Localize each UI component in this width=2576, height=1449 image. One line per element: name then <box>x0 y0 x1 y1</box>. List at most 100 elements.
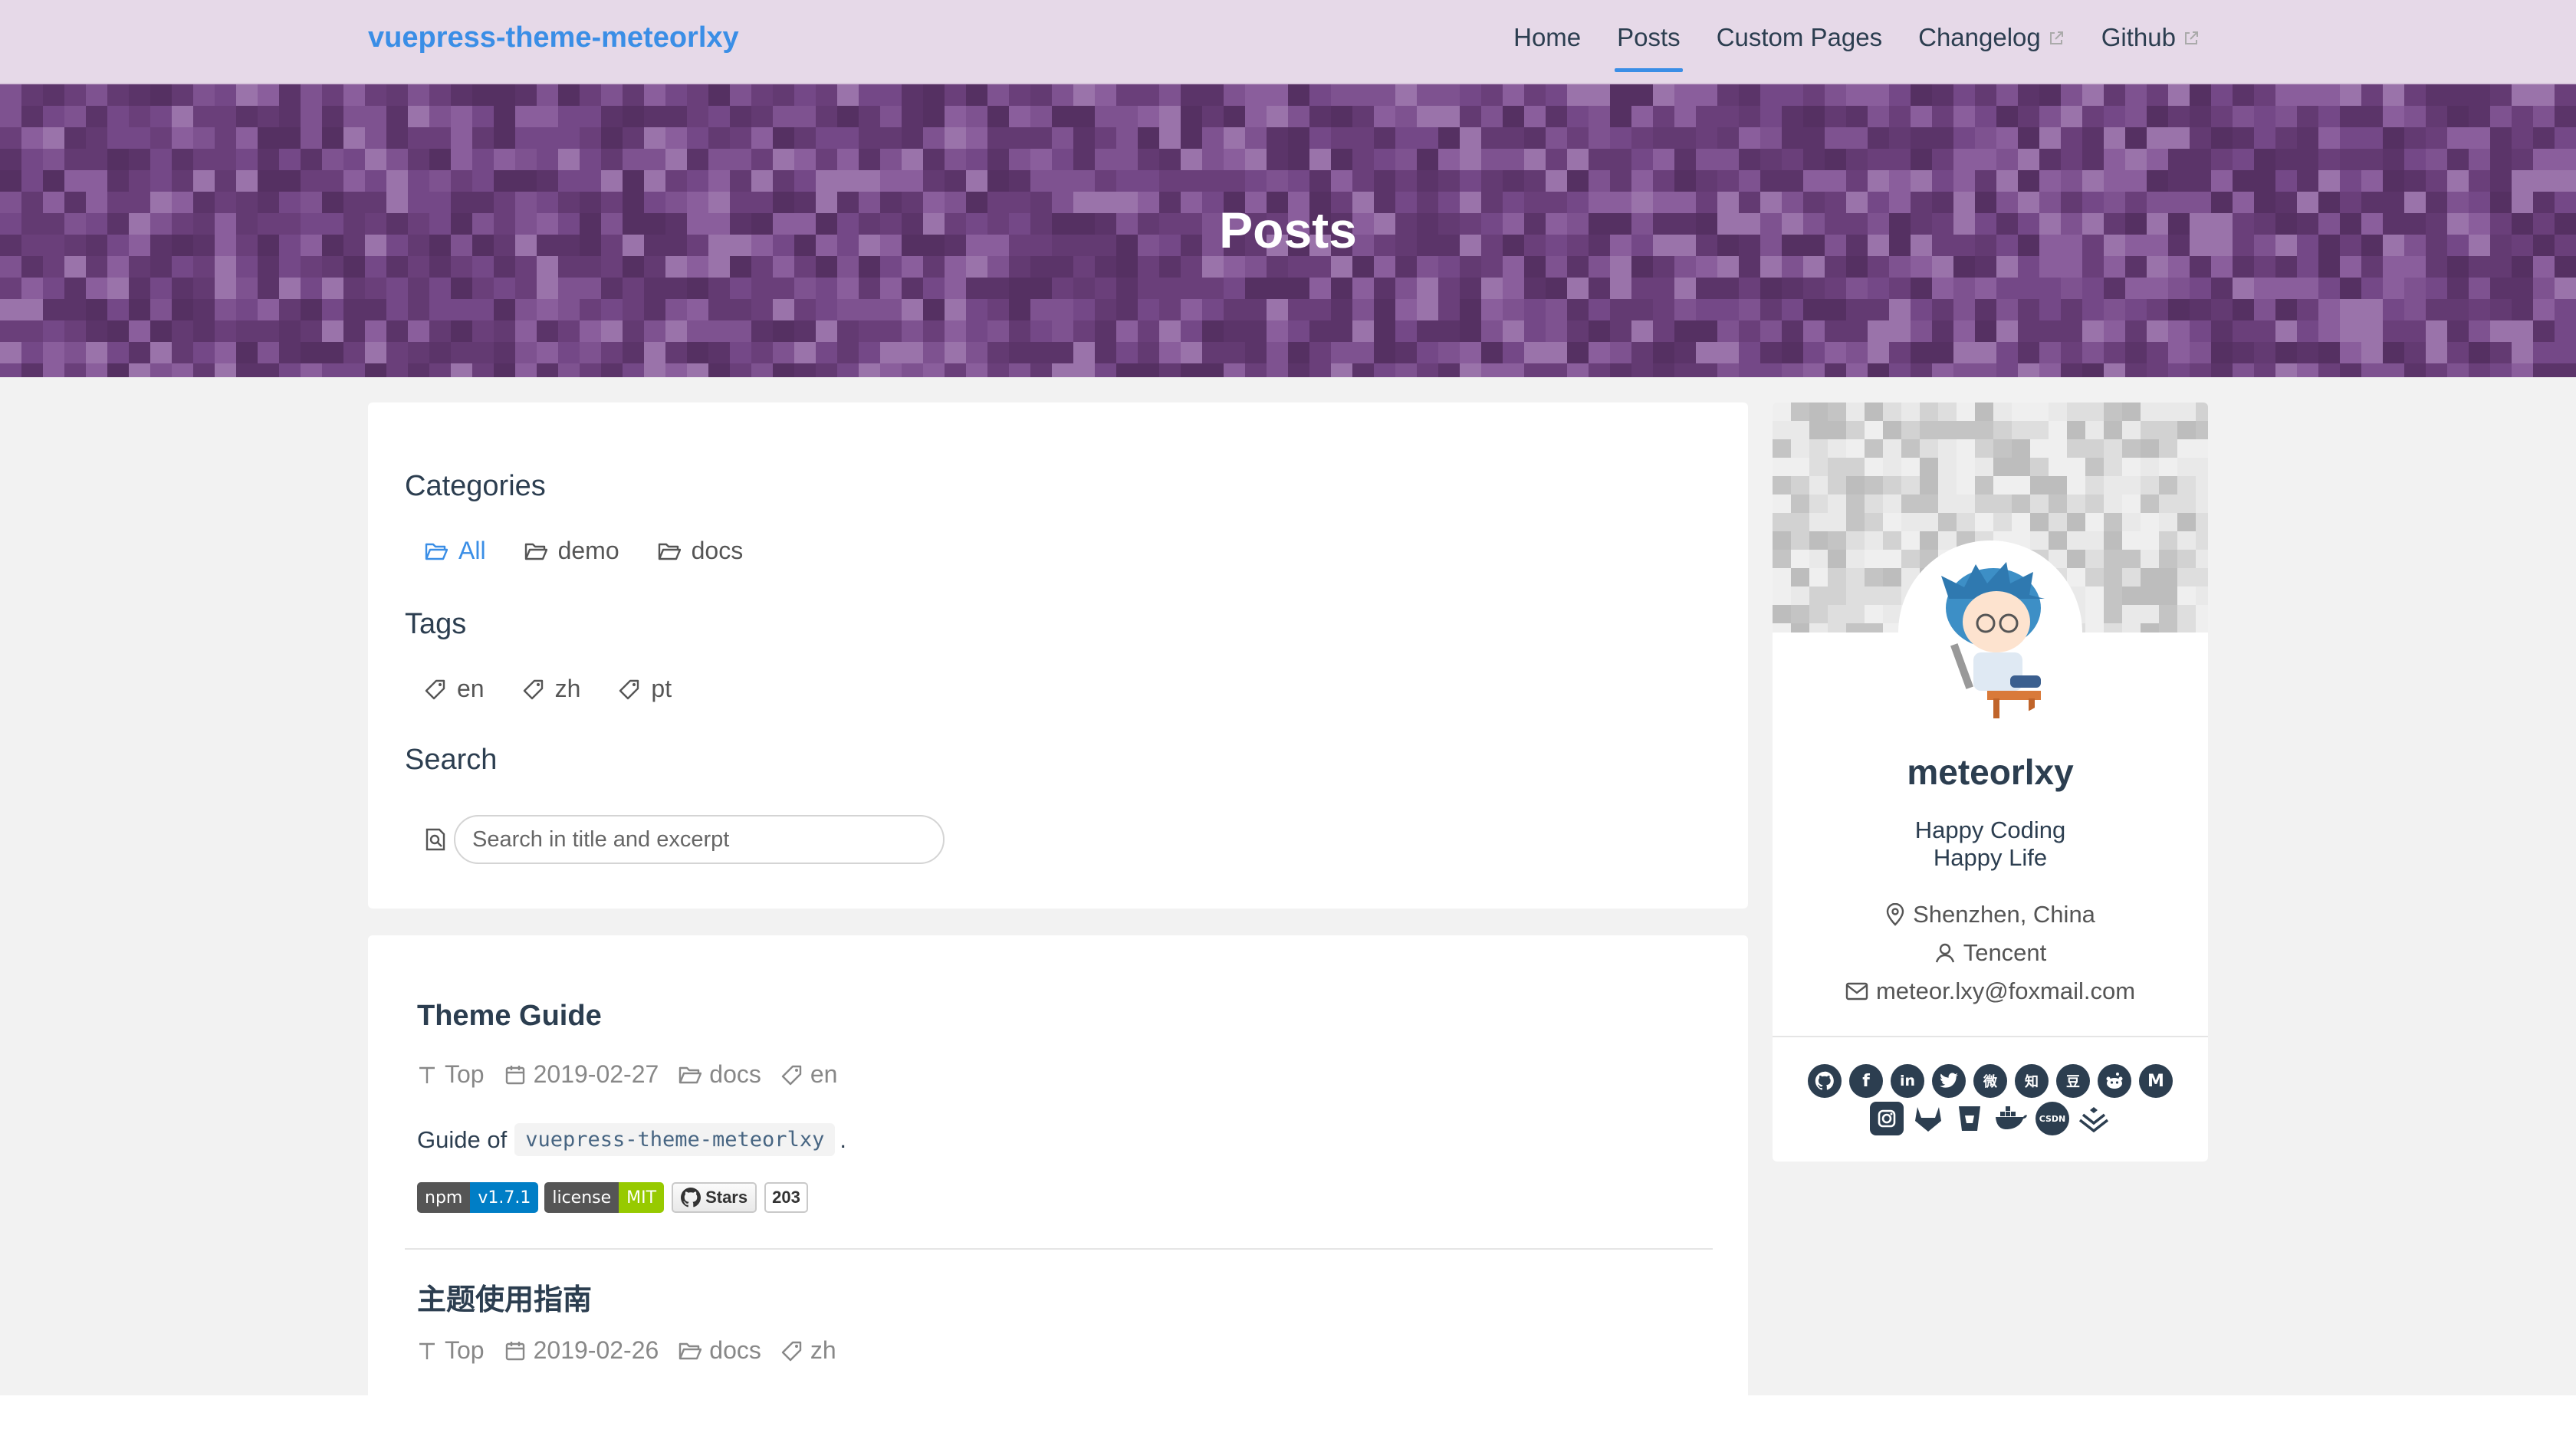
post-category-link[interactable]: docs <box>678 1060 761 1089</box>
hero-pattern-tile <box>1202 106 1224 127</box>
hero-pattern-tile <box>2361 278 2383 299</box>
hero-pattern-tile <box>2211 106 2233 127</box>
npm-version-badge[interactable]: npm v1.7.1 <box>417 1182 539 1213</box>
nav-link-github[interactable]: Github <box>2101 23 2200 71</box>
douban-icon[interactable]: 豆 <box>2056 1064 2090 1098</box>
site-brand-link[interactable]: vuepress-theme-meteorlxy <box>368 21 739 54</box>
post-title-link[interactable]: 主题使用指南 <box>417 1276 592 1318</box>
nav-link-custom-pages[interactable]: Custom Pages <box>1717 23 1882 71</box>
post-category-link[interactable]: docs <box>678 1336 761 1365</box>
hero-pattern-tile <box>0 170 21 192</box>
hero-pattern-tile <box>2361 320 2383 342</box>
hero-pattern-tile <box>1481 84 1503 106</box>
github-icon[interactable] <box>1808 1064 1842 1098</box>
date-label: 2019-02-27 <box>533 1060 659 1088</box>
reddit-icon[interactable] <box>2098 1064 2131 1098</box>
hero-pattern-tile <box>1395 106 1417 127</box>
hero-pattern-tile <box>107 278 129 299</box>
hero-pattern-tile <box>1653 170 1674 192</box>
hero-pattern-tile <box>2061 84 2082 106</box>
post-tag-link[interactable]: en <box>781 1060 837 1089</box>
tag-icon <box>425 679 445 699</box>
category-chip-demo[interactable]: demo <box>524 537 619 565</box>
github-stars-button[interactable]: Stars <box>672 1182 757 1213</box>
tag-chip-zh[interactable]: zh <box>523 675 580 703</box>
hero-pattern-tile <box>1374 149 1395 170</box>
hero-pattern-tile <box>1846 320 1868 342</box>
hero-pattern-tile <box>2211 320 2233 342</box>
license-badge[interactable]: license MIT <box>544 1182 665 1213</box>
nav-link-changelog[interactable]: Changelog <box>1918 23 2065 71</box>
hero-pattern-tile <box>923 149 945 170</box>
profile-pattern-tile <box>1791 476 1809 495</box>
profile-pattern-tile <box>1920 513 1938 531</box>
hero-pattern-tile <box>1181 342 1202 363</box>
github-stars-badge[interactable]: Stars 203 <box>672 1182 808 1213</box>
weibo-icon[interactable]: 微 <box>1973 1064 2007 1098</box>
facebook-icon[interactable]: f <box>1849 1064 1883 1098</box>
gitlab-icon[interactable] <box>1911 1102 1945 1135</box>
profile-pattern-tile <box>2196 550 2208 568</box>
medium-icon[interactable]: M <box>2139 1064 2173 1098</box>
hero-pattern-tile <box>537 127 558 149</box>
hero-pattern-tile <box>1953 106 1975 127</box>
location-pin-icon <box>1886 903 1904 926</box>
hero-pattern-tile <box>1395 363 1417 377</box>
twitter-icon[interactable] <box>1932 1064 1966 1098</box>
hero-pattern-tile <box>558 278 580 299</box>
juejin-icon[interactable] <box>2077 1102 2111 1135</box>
hero-pattern-tile <box>1095 149 1116 170</box>
post-title-link[interactable]: Theme Guide <box>417 1000 602 1033</box>
hero-pattern-tile <box>2275 278 2297 299</box>
hero-pattern-tile <box>623 106 644 127</box>
instagram-icon[interactable] <box>1870 1102 1904 1135</box>
hero-pattern-tile <box>1825 278 1846 299</box>
stars-count[interactable]: 203 <box>764 1182 808 1213</box>
search-file-icon <box>426 828 445 851</box>
profile-email[interactable]: meteor.lxy@foxmail.com <box>1773 978 2208 1005</box>
hero-pattern-tile <box>966 363 987 377</box>
hero-pattern-tile <box>687 363 708 377</box>
hero-pattern-tile <box>1524 149 1546 170</box>
profile-pattern-tile <box>1901 550 1920 568</box>
hero-pattern-tile <box>2512 170 2533 192</box>
bitbucket-icon[interactable] <box>1953 1102 1986 1135</box>
hero-pattern-tile <box>837 299 859 320</box>
hero-pattern-tile <box>2254 342 2275 363</box>
linkedin-icon[interactable]: in <box>1891 1064 1924 1098</box>
zhihu-icon[interactable]: 知 <box>2015 1064 2049 1098</box>
tag-chip-pt[interactable]: pt <box>619 675 672 703</box>
search-input[interactable] <box>454 815 945 864</box>
hero-pattern-tile <box>2082 106 2104 127</box>
hero-pattern-tile <box>2361 299 2383 320</box>
hero-pattern-tile <box>64 342 86 363</box>
hero-pattern-tile <box>601 320 623 342</box>
docker-icon[interactable] <box>1994 1102 2028 1135</box>
hero-pattern-tile <box>2340 170 2361 192</box>
post-tag-link[interactable]: zh <box>781 1336 836 1365</box>
profile-pattern-tile <box>1975 439 1993 458</box>
nav-link-posts[interactable]: Posts <box>1615 23 1683 72</box>
nav-link-home[interactable]: Home <box>1513 23 1581 71</box>
profile-pattern-tile <box>2104 568 2122 586</box>
hero-pattern-tile <box>1331 127 1352 149</box>
profile-pattern-tile <box>1920 458 1938 476</box>
profile-pattern-tile <box>2104 495 2122 513</box>
profile-pattern-tile <box>1883 550 1901 568</box>
hero-pattern-tile <box>1460 320 1481 342</box>
profile-pattern-tile <box>1791 605 1809 623</box>
csdn-icon[interactable]: CSDN <box>2036 1102 2069 1135</box>
category-chip-docs[interactable]: docs <box>658 537 743 565</box>
hero-pattern-tile <box>1309 342 1331 363</box>
hero-pattern-tile <box>708 299 730 320</box>
post-meta: Top 2019-02-26 docs zh <box>417 1336 856 1365</box>
hero-pattern-tile <box>1889 342 1911 363</box>
tag-chip-en[interactable]: en <box>425 675 485 703</box>
hero-pattern-tile <box>1116 299 1138 320</box>
hero-pattern-tile <box>215 363 236 377</box>
hero-pattern-tile <box>1138 106 1159 127</box>
hero-pattern-tile <box>1996 363 2018 377</box>
hero-pattern-tile <box>1524 278 1546 299</box>
category-chip-all[interactable]: All <box>425 537 486 565</box>
hero-pattern-tile <box>1782 127 1803 149</box>
